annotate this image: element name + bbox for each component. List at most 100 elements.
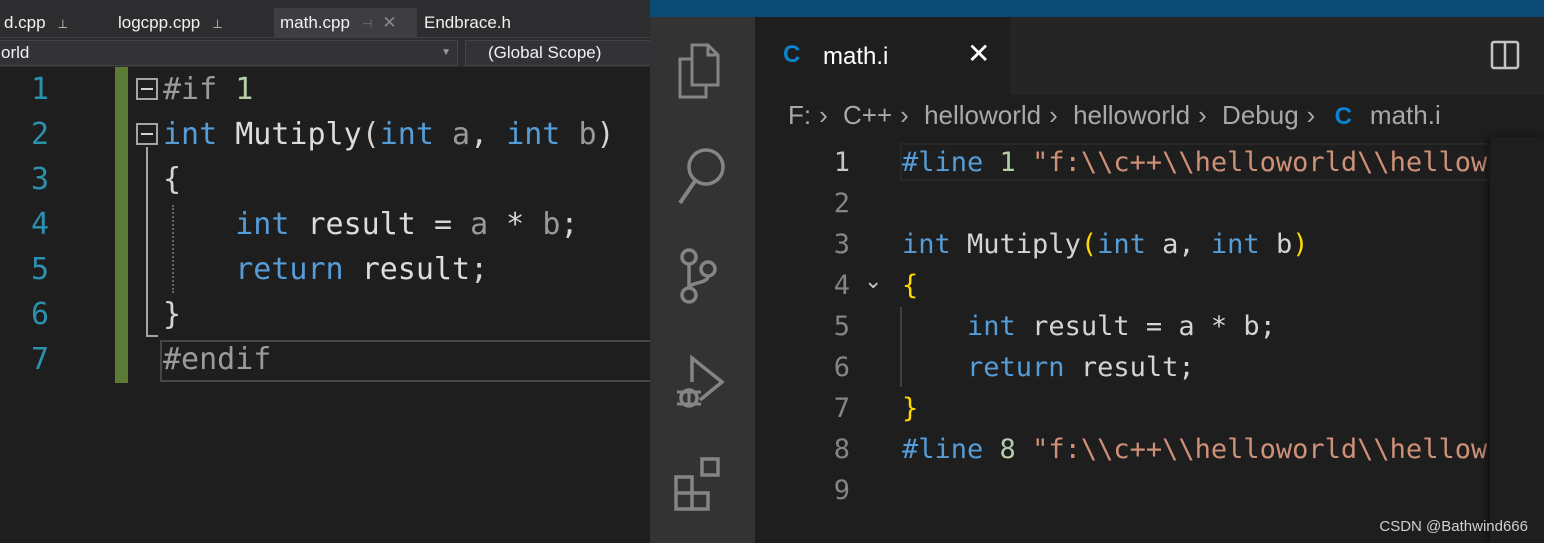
- code-token: 1: [999, 147, 1033, 178]
- code-token: 1: [235, 72, 254, 107]
- code-line[interactable]: 7 #endif: [0, 337, 650, 382]
- project-dropdown[interactable]: orld ▼: [0, 40, 458, 66]
- code-token: result: [361, 252, 471, 287]
- breadcrumb: F: › C++ › helloworld › helloworld › Debug › …: [788, 100, 1441, 131]
- code-token: b: [542, 207, 561, 242]
- line-number: 2: [30, 117, 50, 152]
- code-token: #line: [902, 147, 1000, 178]
- chevron-right-icon: ›: [1049, 100, 1058, 130]
- breadcrumb-item[interactable]: C++: [843, 100, 892, 130]
- vs-code-area[interactable]: 1 #if 1 2 int Mutiply(int a, int b) 3{4 int …: [0, 67, 650, 543]
- code-token: a: [452, 117, 471, 152]
- code-token: a: [470, 207, 489, 242]
- line-number: 3: [30, 162, 50, 197]
- code-line[interactable]: 2 int Mutiply(int a, int b): [0, 112, 650, 157]
- close-icon[interactable]: ✕: [382, 13, 396, 32]
- code-text: {: [163, 157, 181, 202]
- vs-tab-bar: d.cpp ⊥ logcpp.cpp ⊥ math.cpp ⊣ ✕ Endbrace.h: [0, 0, 650, 37]
- code-text: int result = a * b;: [902, 306, 1490, 347]
- explorer-icon[interactable]: [674, 41, 730, 101]
- chevron-right-icon: ›: [819, 100, 828, 130]
- tab-label: math.i: [823, 43, 889, 70]
- code-token: ): [1292, 229, 1309, 260]
- code-line[interactable]: 7}: [650, 388, 1544, 429]
- code-token: int: [163, 117, 236, 152]
- code-line[interactable]: 6}: [0, 292, 650, 337]
- pin-icon[interactable]: ⊥: [212, 17, 222, 31]
- code-line[interactable]: 4{: [650, 265, 1544, 306]
- code-line[interactable]: 1 #if 1: [0, 67, 650, 112]
- line-number: 4: [833, 270, 850, 301]
- code-token: Mutiply: [235, 117, 362, 152]
- close-icon[interactable]: ✕: [967, 37, 990, 70]
- code-token: return: [235, 252, 362, 287]
- code-token: ;: [560, 207, 579, 242]
- line-number: 9: [833, 475, 850, 506]
- breadcrumb-item[interactable]: helloworld: [924, 100, 1041, 130]
- code-token: (: [1080, 229, 1098, 260]
- code-line[interactable]: 5 int result = a * b;: [650, 306, 1544, 347]
- code-line[interactable]: 1 #line 1 "f:\\c++\\helloworld\\hellow: [650, 142, 1544, 183]
- scope-dropdown[interactable]: (Global Scope): [465, 40, 650, 66]
- code-token: int: [379, 117, 452, 152]
- breadcrumb-item[interactable]: math.i: [1370, 100, 1441, 130]
- chevron-right-icon: ›: [900, 100, 909, 130]
- code-token: {: [902, 270, 919, 301]
- tab-label: math.cpp: [280, 13, 350, 32]
- minimap[interactable]: [1490, 137, 1544, 543]
- code-line[interactable]: 4 int result = a * b;: [0, 202, 650, 247]
- code-token: 8: [999, 434, 1033, 465]
- code-text: {: [902, 265, 1490, 306]
- code-token: a,: [1162, 229, 1211, 260]
- watermark: CSDN @Bathwind666: [1379, 518, 1528, 535]
- code-text: #endif: [163, 337, 271, 382]
- code-text: #line 1 "f:\\c++\\helloworld\\hellow: [902, 142, 1490, 183]
- code-text: int Mutiply(int a, int b): [163, 112, 615, 157]
- pin-icon[interactable]: ⊥: [58, 17, 68, 31]
- breadcrumb-item[interactable]: F:: [788, 100, 811, 130]
- code-token: result;: [1080, 352, 1195, 383]
- code-token: result = a * b;: [1032, 311, 1276, 342]
- code-token: #endif: [163, 342, 272, 377]
- code-line[interactable]: 9: [650, 470, 1544, 511]
- line-number: 6: [833, 352, 850, 383]
- tab-endbrace-h[interactable]: Endbrace.h: [420, 8, 515, 37]
- chevron-right-icon: ›: [1306, 100, 1316, 130]
- code-line[interactable]: 2: [650, 183, 1544, 224]
- code-token: #line: [902, 434, 1000, 465]
- breadcrumb-item[interactable]: Debug: [1222, 100, 1299, 130]
- tab-math-i[interactable]: C math.i ✕: [755, 17, 1010, 95]
- code-line[interactable]: 6 return result;: [650, 347, 1544, 388]
- c-file-icon: C: [783, 41, 801, 68]
- code-token: "f:\\c++\\helloworld\\hellow: [1032, 434, 1488, 465]
- code-token: b: [1275, 229, 1293, 260]
- code-token: Mutiply: [967, 229, 1081, 260]
- line-number: 5: [30, 252, 50, 287]
- code-line[interactable]: 8 #line 8 "f:\\c++\\helloworld\\hellow: [650, 429, 1544, 470]
- notification-banner: [650, 0, 1544, 17]
- line-number: 1: [833, 147, 850, 178]
- chevron-down-icon: ▼: [441, 47, 451, 58]
- split-editor-icon[interactable]: [1490, 40, 1520, 70]
- code-text: }: [163, 292, 181, 337]
- code-token: int: [235, 207, 308, 242]
- pin-icon[interactable]: ⊣: [362, 17, 372, 31]
- code-text: int Mutiply(int a, int b): [902, 224, 1490, 265]
- tab-logcpp-cpp[interactable]: logcpp.cpp ⊥: [112, 8, 229, 37]
- code-line[interactable]: 3 int Mutiply(int a, int b): [650, 224, 1544, 265]
- code-token: #if: [163, 72, 236, 107]
- project-dropdown-value: orld: [1, 43, 30, 62]
- code-token: b: [578, 117, 597, 152]
- code-line[interactable]: 3{: [0, 157, 650, 202]
- breadcrumb-item[interactable]: helloworld: [1073, 100, 1190, 130]
- code-line[interactable]: 5 return result;: [0, 247, 650, 292]
- tab-d-cpp[interactable]: d.cpp ⊥: [0, 8, 72, 37]
- code-text: }: [902, 388, 1490, 429]
- line-number: 2: [833, 188, 850, 219]
- code-token: result: [307, 207, 434, 242]
- tab-math-cpp[interactable]: math.cpp ⊣ ✕: [274, 8, 417, 37]
- code-token: int: [1210, 229, 1276, 260]
